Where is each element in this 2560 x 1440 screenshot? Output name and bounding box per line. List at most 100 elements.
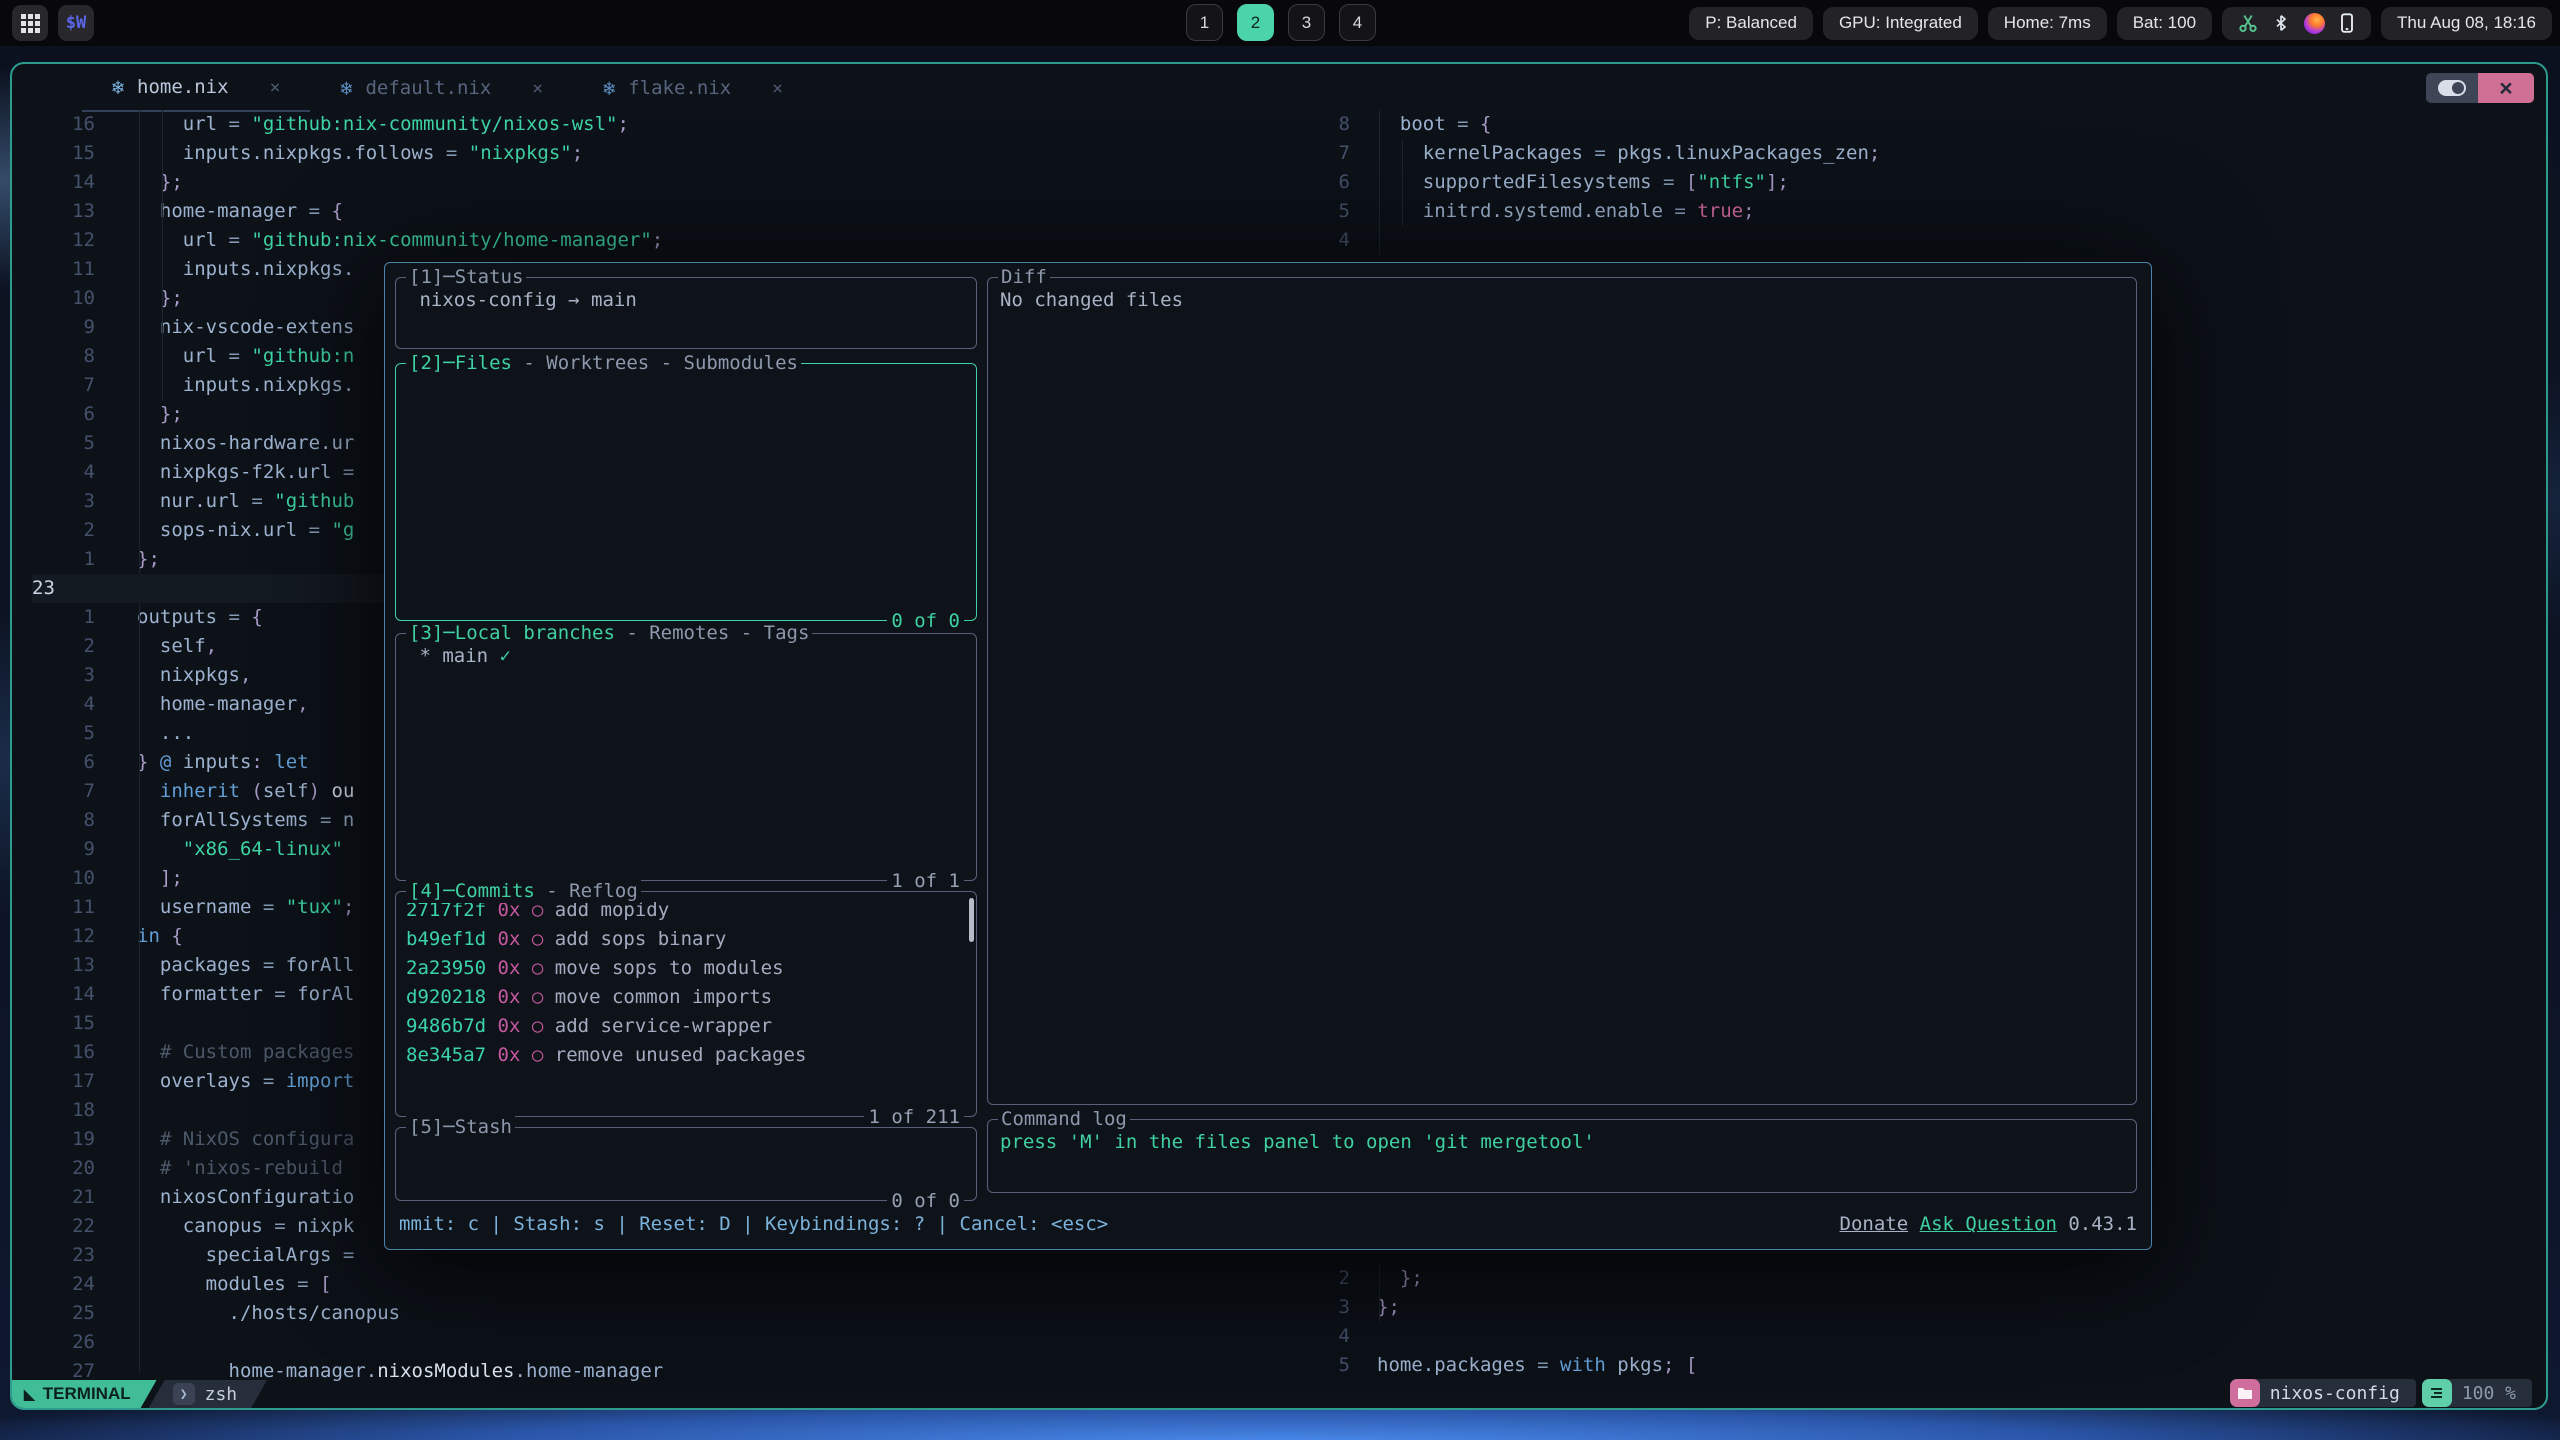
network-latency-pill[interactable]: Home: 7ms	[1988, 7, 2107, 40]
code-line: 2 };	[1312, 1264, 2532, 1293]
line-number: 4	[32, 458, 95, 487]
scroll-percent: 100 %	[2446, 1379, 2532, 1407]
lazygit-command-log-panel[interactable]: Command log press 'M' in the files panel…	[987, 1119, 2137, 1193]
shell-segment: ❯ zsh	[149, 1380, 268, 1408]
tab-close-icon[interactable]: ×	[270, 77, 281, 98]
files-count: 0 of 0	[887, 609, 964, 633]
indent-guide	[1379, 1264, 1380, 1322]
commit-row[interactable]: 9486b7d 0x ○ add service-wrapper	[396, 1012, 976, 1041]
project-name[interactable]: nixos-config	[2254, 1379, 2416, 1407]
code-line: 4	[1312, 1322, 2532, 1351]
editor-tab-bar: ❄ home.nix × ❄ default.nix × ❄ flake.nix…	[82, 64, 813, 112]
code-line: 3};	[1312, 1293, 2532, 1322]
line-number: 25	[32, 1299, 95, 1328]
window-controls: ×	[2426, 73, 2534, 103]
line-number: 8	[32, 806, 95, 835]
indent-guide	[1379, 110, 1380, 255]
line-number: 14	[32, 168, 95, 197]
line-number: 5	[1312, 1351, 1350, 1380]
line-number: 12	[32, 922, 95, 951]
diff-content: No changed files	[988, 278, 2136, 323]
line-number: 4	[1312, 226, 1350, 255]
tab-label: flake.nix	[628, 77, 731, 99]
ask-question-link[interactable]: Ask Question	[1920, 1213, 2057, 1235]
scissors-icon[interactable]	[2238, 13, 2258, 33]
tab-label: home.nix	[137, 76, 229, 98]
lazygit-branches-panel[interactable]: [3]─Local branches - Remotes - Tags * ma…	[395, 633, 977, 881]
line-number: 9	[32, 835, 95, 864]
tab-close-icon[interactable]: ×	[772, 78, 783, 99]
line-number: 23	[32, 1241, 95, 1270]
line-number: 16	[32, 110, 95, 139]
commit-row[interactable]: 2a23950 0x ○ move sops to modules	[396, 954, 976, 983]
lazygit-commits-panel[interactable]: [4]─Commits - Reflog 2717f2f 0x ○ add mo…	[395, 891, 977, 1117]
window-manager-button[interactable]: $W	[58, 5, 94, 41]
lazygit-stash-panel[interactable]: [5]─Stash 0 of 0	[395, 1127, 977, 1201]
code-line: 5home.packages = with pkgs; [	[1312, 1351, 2532, 1380]
close-button[interactable]: ×	[2478, 73, 2534, 103]
browser-icon[interactable]	[2304, 13, 2325, 34]
donate-link[interactable]: Donate	[1840, 1213, 1909, 1235]
line-number: 9	[32, 313, 95, 342]
app-launcher-button[interactable]	[12, 5, 48, 41]
lazygit-status-panel[interactable]: [1]─Status nixos-config → main	[395, 277, 977, 349]
workspace-2-active[interactable]: 2	[1237, 4, 1274, 41]
tab-label: default.nix	[365, 77, 491, 99]
line-number: 7	[32, 777, 95, 806]
indent-guide	[1402, 139, 1403, 226]
code-line: 4	[1312, 226, 2532, 255]
folder-icon	[2230, 1379, 2260, 1407]
workspace-1[interactable]: 1	[1186, 4, 1223, 41]
indent-guide	[162, 110, 163, 400]
gpu-pill[interactable]: GPU: Integrated	[1823, 7, 1978, 40]
line-number: 7	[1312, 139, 1350, 168]
tab-home-nix[interactable]: ❄ home.nix ×	[82, 64, 310, 112]
tab-flake-nix[interactable]: ❄ flake.nix ×	[573, 64, 813, 112]
prompt-icon: ❯	[173, 1383, 195, 1405]
wm-logo-icon: $W	[66, 13, 86, 33]
line-number: 11	[32, 255, 95, 284]
nix-snowflake-icon: ❄	[112, 75, 124, 99]
line-number: 18	[32, 1096, 95, 1125]
line-number: 6	[32, 748, 95, 777]
workspace-3[interactable]: 3	[1288, 4, 1325, 41]
mode-segment: ◣ TERMINAL	[12, 1380, 157, 1408]
line-number: 2	[1312, 1264, 1350, 1293]
branch-check-icon: ✓	[500, 645, 511, 667]
commits-scrollbar[interactable]	[969, 898, 974, 942]
phone-icon[interactable]	[2339, 13, 2355, 33]
close-icon: ×	[2499, 75, 2512, 102]
shell-label: zsh	[205, 1384, 238, 1405]
power-profile-pill[interactable]: P: Balanced	[1689, 7, 1813, 40]
version-label: 0.43.1	[2068, 1213, 2137, 1235]
lazygit-files-panel[interactable]: [2]─Files - Worktrees - Submodules 0 of …	[395, 363, 977, 621]
battery-pill[interactable]: Bat: 100	[2117, 7, 2212, 40]
workspace-4[interactable]: 4	[1339, 4, 1376, 41]
commit-row[interactable]: b49ef1d 0x ○ add sops binary	[396, 925, 976, 954]
commit-row[interactable]: 8e345a7 0x ○ remove unused packages	[396, 1041, 976, 1070]
line-number: 6	[32, 400, 95, 429]
commit-row[interactable]: d920218 0x ○ move common imports	[396, 983, 976, 1012]
line-number: 3	[1312, 1293, 1350, 1322]
line-number: 23	[32, 574, 95, 603]
code-line: 16 url = "github:nix-community/nixos-wsl…	[32, 110, 1302, 139]
code-line: 26	[32, 1328, 1302, 1357]
line-number: 16	[32, 1038, 95, 1067]
tray-pill	[2222, 7, 2371, 40]
line-number: 26	[32, 1328, 95, 1357]
line-number: 8	[1312, 110, 1350, 139]
bluetooth-icon[interactable]	[2272, 13, 2290, 33]
toggle-switch[interactable]	[2426, 73, 2478, 103]
tab-default-nix[interactable]: ❄ default.nix ×	[310, 64, 573, 112]
lazygit-diff-panel[interactable]: Diff No changed files	[987, 277, 2137, 1105]
list-icon	[2422, 1379, 2452, 1407]
top-bar: $W 1 2 3 4 P: Balanced GPU: Integrated H…	[0, 0, 2560, 46]
clock-pill[interactable]: Thu Aug 08, 18:16	[2381, 7, 2552, 40]
nix-snowflake-icon: ❄	[340, 76, 352, 100]
mode-label: TERMINAL	[43, 1384, 131, 1404]
code-line: 6 supportedFilesystems = ["ntfs"];	[1312, 168, 2532, 197]
line-number: 6	[1312, 168, 1350, 197]
tab-close-icon[interactable]: ×	[532, 78, 543, 99]
line-number: 21	[32, 1183, 95, 1212]
indent-guide	[139, 110, 140, 574]
